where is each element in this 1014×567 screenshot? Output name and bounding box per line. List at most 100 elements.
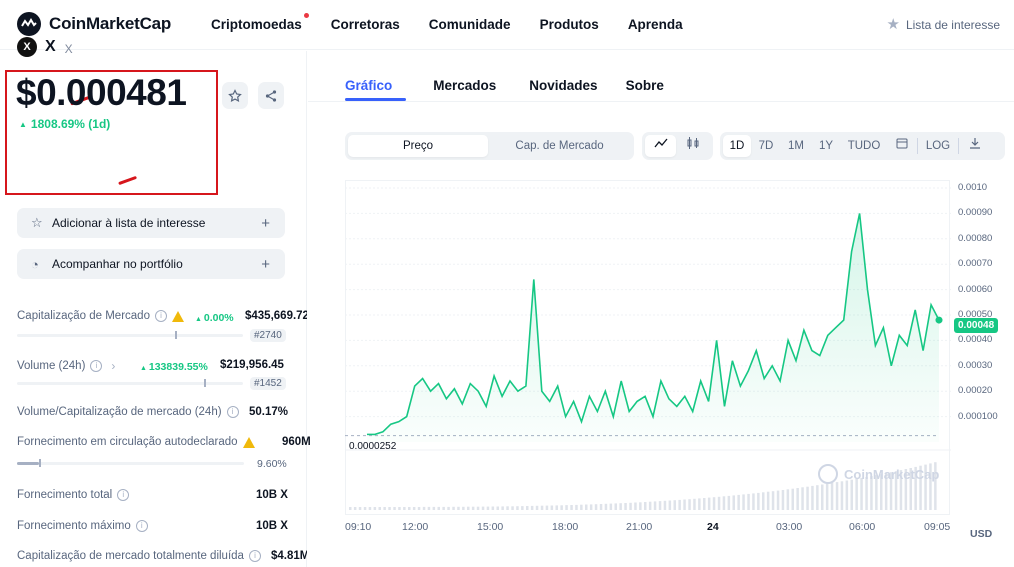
volume-bar xyxy=(555,505,558,510)
volume-bar xyxy=(358,507,362,510)
y-tick-label: 0.00090 xyxy=(958,207,993,219)
logo[interactable]: CoinMarketCap xyxy=(17,12,171,36)
y-tick-label: 0.0010 xyxy=(958,182,988,193)
volume-bar xyxy=(752,493,755,510)
download-icon xyxy=(970,138,980,149)
volume-bar xyxy=(693,498,696,510)
add-to-watchlist-button[interactable]: ☆ Adicionar à lista de interesse + xyxy=(17,208,285,238)
line-chart-button[interactable] xyxy=(645,135,676,157)
warning-icon[interactable] xyxy=(171,310,184,322)
nav-item-corretoras[interactable]: Corretoras xyxy=(331,17,400,32)
rank-marker xyxy=(175,331,177,339)
info-icon[interactable]: i xyxy=(154,310,167,322)
nav-item-produtos[interactable]: Produtos xyxy=(540,17,599,32)
nav-item-aprenda[interactable]: Aprenda xyxy=(628,17,683,32)
volume-bar xyxy=(766,491,770,510)
volume-bar xyxy=(806,486,809,510)
info-icon[interactable]: i xyxy=(117,489,130,501)
volume-bar xyxy=(560,505,563,510)
share-button[interactable] xyxy=(258,82,284,109)
volume-bar xyxy=(506,506,509,510)
volume-bar xyxy=(526,506,529,510)
market-cap-rank: #2740 xyxy=(250,329,286,342)
volume-bar xyxy=(575,504,578,510)
volume-bar xyxy=(732,495,735,510)
star-icon: ★ xyxy=(886,16,900,33)
chart-type-toggle xyxy=(642,132,713,160)
nav-item-comunidade[interactable]: Comunidade xyxy=(429,17,511,32)
volume-bar xyxy=(550,505,554,510)
tab-mercados[interactable]: Mercados xyxy=(433,78,510,93)
volume-bar xyxy=(624,503,627,510)
volume-bar xyxy=(639,502,642,510)
volume-bar xyxy=(368,507,372,510)
track-portfolio-button[interactable]: ◔ Acompanhar no portfólio + xyxy=(17,249,285,279)
metric-toggle: Preço Cap. de Mercado xyxy=(345,132,634,160)
volume-bar xyxy=(604,503,608,510)
volume-value: $219,956.45 xyxy=(220,359,284,371)
caret-up-icon: ▲ xyxy=(140,365,149,372)
info-icon[interactable]: i xyxy=(226,406,239,418)
y-tick-label: 0.000100 xyxy=(958,410,998,422)
y-tick-label: 0.00060 xyxy=(958,283,993,295)
track-portfolio-label: Acompanhar no portfólio xyxy=(52,257,183,271)
volume-bar xyxy=(516,506,519,510)
circulating-supply-label: Fornecimento em circulação autodeclarado xyxy=(17,436,255,448)
volume-bar xyxy=(417,507,421,510)
watermark: CoinMarketCap xyxy=(818,464,939,484)
vol-mcap-label: Volume/Capitalização de mercado (24h) i xyxy=(17,406,239,418)
metric-price-button[interactable]: Preço xyxy=(348,135,488,157)
volume-bar xyxy=(614,503,617,510)
price-change-1d: ▲ 1808.69% (1d) xyxy=(19,117,110,131)
coin-name: X xyxy=(45,38,56,55)
volume-bar xyxy=(673,500,676,510)
range-7d-button[interactable]: 7D xyxy=(751,135,781,157)
info-icon[interactable]: i xyxy=(135,520,148,532)
volume-bar xyxy=(383,507,386,510)
plus-icon: + xyxy=(261,255,270,273)
volume-bar xyxy=(717,496,721,510)
volume-bar xyxy=(811,485,814,510)
volume-bar xyxy=(496,506,499,510)
volume-rank: #1452 xyxy=(250,377,286,390)
x-tick-label: 15:00 xyxy=(477,521,504,533)
tab-sobre[interactable]: Sobre xyxy=(626,78,678,93)
info-icon[interactable]: i xyxy=(90,360,103,372)
warning-icon[interactable] xyxy=(242,436,255,448)
watchlist-link[interactable]: ★ Lista de interesse xyxy=(886,16,1000,33)
volume-bar xyxy=(796,488,799,510)
volume-bar xyxy=(481,506,485,510)
volume-bar xyxy=(698,498,701,510)
volume-bar xyxy=(437,506,440,510)
volume-bar xyxy=(432,506,436,510)
info-icon[interactable]: i xyxy=(248,550,261,562)
volume-bar xyxy=(776,490,780,510)
tab-novidades[interactable]: Novidades xyxy=(529,78,611,93)
candlestick-icon xyxy=(687,137,699,149)
range-1m-button[interactable]: 1M xyxy=(781,135,811,157)
nav-item-criptomoedas[interactable]: Criptomoedas xyxy=(211,17,302,32)
volume-bar xyxy=(521,506,524,510)
x-tick-label: 21:00 xyxy=(626,521,653,533)
metric-marketcap-button[interactable]: Cap. de Mercado xyxy=(488,135,631,157)
range-all-button[interactable]: TUDO xyxy=(841,135,887,157)
volume-bar xyxy=(462,506,465,510)
nav-notification-dot xyxy=(303,13,309,18)
x-tick-label: 18:00 xyxy=(552,521,579,533)
range-1d-button[interactable]: 1D xyxy=(723,135,751,157)
calendar-button[interactable] xyxy=(887,135,917,157)
volume-bar xyxy=(712,497,716,510)
volume-bar xyxy=(585,504,588,510)
candlestick-button[interactable] xyxy=(676,135,710,157)
volume-bar xyxy=(629,502,632,510)
range-1y-button[interactable]: 1Y xyxy=(811,135,841,157)
volume-bar xyxy=(722,496,726,510)
tab-grafico[interactable]: Gráfico xyxy=(345,78,406,93)
calendar-icon xyxy=(896,138,908,149)
chevron-right-icon[interactable]: › xyxy=(111,359,115,373)
volume-bar xyxy=(801,487,804,510)
circulating-supply-value: 960M xyxy=(282,436,311,448)
add-watchlist-star-button[interactable] xyxy=(222,82,248,109)
log-scale-button[interactable]: LOG xyxy=(918,135,958,157)
download-button[interactable] xyxy=(959,135,991,157)
